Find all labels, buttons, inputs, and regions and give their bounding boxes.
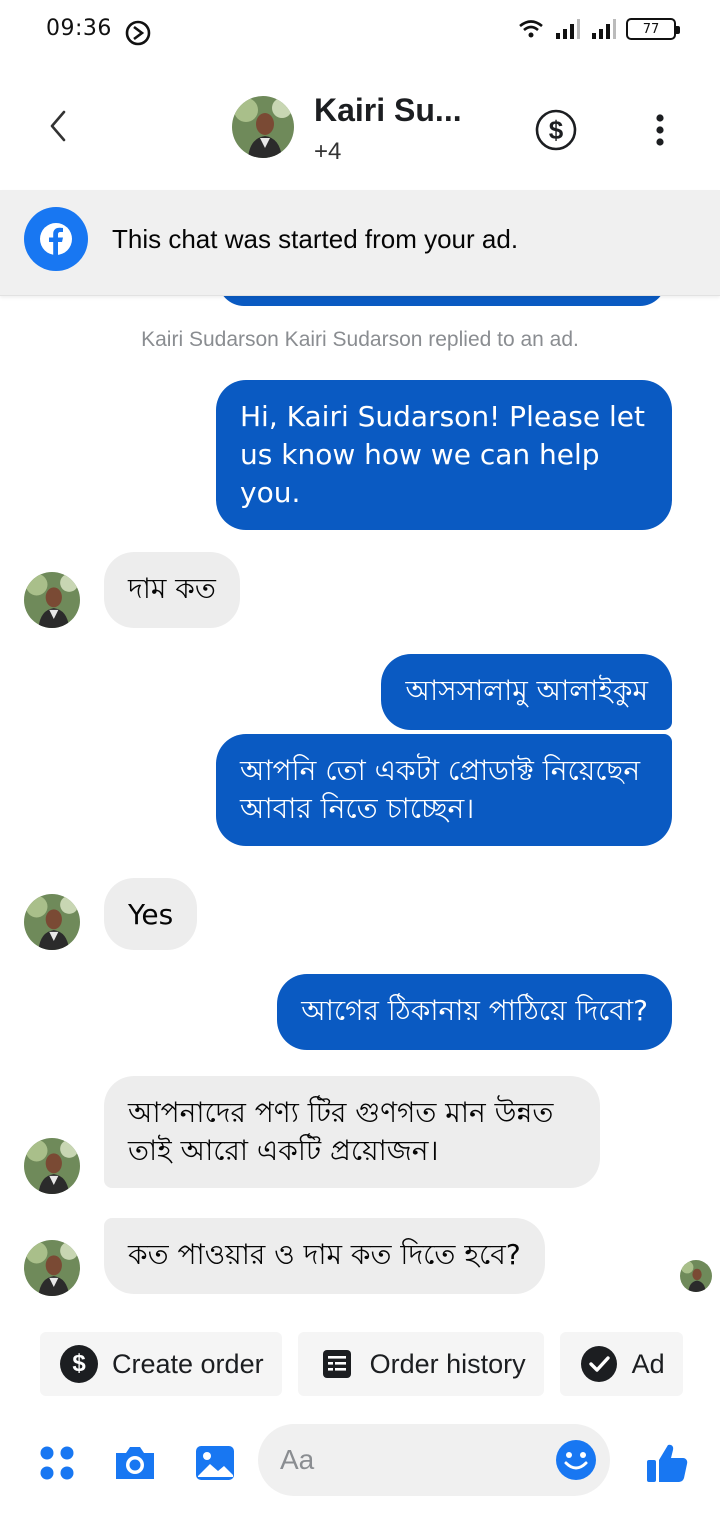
more-apps-button[interactable]: [32, 1438, 82, 1488]
more-options-button[interactable]: [640, 108, 680, 152]
ad-banner-text: This chat was started from your ad.: [112, 224, 519, 254]
dollar-circle-icon[interactable]: $: [534, 108, 578, 152]
avatar-photo: [24, 894, 80, 950]
thumbs-up-icon: [647, 1444, 688, 1482]
camera-icon: [116, 1447, 154, 1479]
message-bubble-incoming[interactable]: কত পাওয়ার ও দাম কত দিতে হবে?: [104, 1218, 545, 1294]
avatar-photo: [24, 1138, 80, 1194]
status-bar: 09:36 77: [0, 0, 720, 64]
message-bubble-outgoing[interactable]: Hi, Kairi Sudarson! Please let us know h…: [216, 380, 672, 530]
signal-icon-2: [592, 19, 616, 39]
chevron-left-icon: [50, 110, 66, 142]
system-note: Kairi Sudarson Kairi Sudarson replied to…: [141, 328, 579, 351]
dnd-icon: [125, 20, 151, 46]
message-bubble-incoming[interactable]: Yes: [104, 878, 198, 950]
ad-origin-banner[interactable]: This chat was started from your ad.: [0, 190, 720, 296]
quick-actions-row: $ Create order Order history Ad: [40, 1332, 683, 1396]
receipt-icon: [318, 1345, 356, 1383]
facebook-icon: [24, 207, 88, 271]
avatar-photo: [24, 572, 80, 628]
status-time: 09:36: [46, 16, 112, 41]
dollar-icon: $: [60, 1345, 98, 1383]
message-bubble-clipped[interactable]: [218, 296, 666, 306]
seen-receipt-avatar: [680, 1260, 712, 1292]
chip-label: Order history: [369, 1348, 526, 1379]
more-vertical-icon: [656, 114, 664, 146]
chat-header: Kairi Su... +4 $: [0, 64, 720, 190]
svg-text:$: $: [549, 115, 564, 145]
back-button[interactable]: [36, 104, 80, 148]
message-list[interactable]: Kairi Sudarson Kairi Sudarson replied to…: [0, 296, 720, 1326]
camera-button[interactable]: [110, 1438, 160, 1488]
gallery-button[interactable]: [190, 1438, 240, 1488]
wifi-icon: [519, 20, 543, 38]
message-bubble-outgoing[interactable]: আগের ঠিকানায় পাঠিয়ে দিবো?: [277, 974, 672, 1050]
like-button[interactable]: [642, 1438, 692, 1488]
avatar-photo: [680, 1260, 712, 1292]
battery-level: 77: [642, 21, 660, 37]
grid-dots-icon: [40, 1446, 74, 1480]
status-indicators: 77: [518, 18, 680, 40]
chip-label: Ad: [631, 1348, 665, 1379]
avatar-photo: [232, 96, 294, 158]
message-bubble-outgoing[interactable]: আপনি তো একটা প্রোডাক্ট নিয়েছেন আবার নিত…: [216, 734, 672, 846]
contact-avatar-small[interactable]: [24, 1138, 80, 1194]
message-bubble-outgoing[interactable]: আসসালামু আলাইকুম: [381, 654, 672, 730]
check-circle-icon: [580, 1345, 618, 1383]
message-bubble-incoming[interactable]: দাম কত: [104, 552, 240, 628]
image-icon: [196, 1446, 234, 1480]
message-composer: [0, 1420, 720, 1510]
contact-avatar-small[interactable]: [24, 1240, 80, 1296]
contact-name[interactable]: Kairi Su...: [314, 92, 462, 129]
message-bubble-incoming[interactable]: আপনাদের পণ্য টির গুণগত মান উন্নত তাই আরো…: [104, 1076, 600, 1188]
order-history-button[interactable]: Order history: [297, 1332, 544, 1396]
chip-label: Create order: [112, 1348, 264, 1379]
create-order-button[interactable]: $ Create order: [40, 1332, 282, 1396]
contact-avatar-small[interactable]: [24, 572, 80, 628]
emoji-icon[interactable]: [554, 1438, 598, 1482]
contact-avatar[interactable]: [232, 96, 294, 158]
avatar-photo: [24, 1240, 80, 1296]
signal-icon: [556, 19, 580, 39]
contact-avatar-small[interactable]: [24, 894, 80, 950]
add-label-button[interactable]: Ad: [559, 1332, 683, 1396]
battery-icon: 77: [626, 18, 680, 40]
contact-subtitle: +4: [314, 138, 342, 165]
